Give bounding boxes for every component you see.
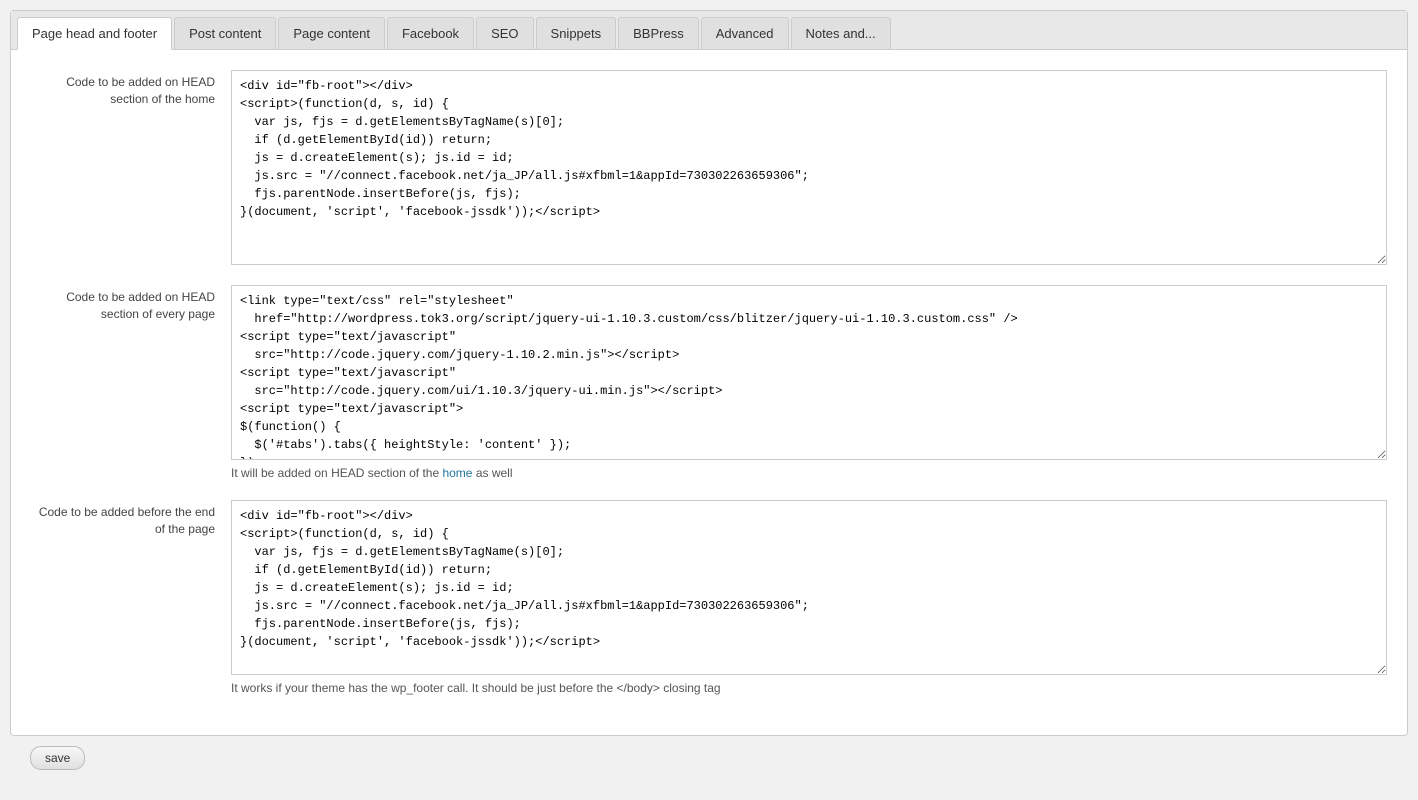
tab-page-content[interactable]: Page content bbox=[278, 17, 385, 49]
tab-seo[interactable]: SEO bbox=[476, 17, 533, 49]
section-before-end-page: Code to be added before the endof the pa… bbox=[31, 500, 1387, 695]
field-head-every-page: <link type="text/css" rel="stylesheet" h… bbox=[231, 285, 1387, 480]
label-head-every-page: Code to be added on HEADsection of every… bbox=[31, 285, 231, 323]
field-head-home: <div id="fb-root"></div> <script>(functi… bbox=[231, 70, 1387, 265]
tab-post-content[interactable]: Post content bbox=[174, 17, 276, 49]
tabs-nav: Page head and footer Post content Page c… bbox=[11, 11, 1407, 50]
section-head-home: Code to be added on HEADsection of the h… bbox=[31, 70, 1387, 265]
save-section: save bbox=[10, 736, 1408, 790]
tab-content-area: Code to be added on HEADsection of the h… bbox=[11, 50, 1407, 735]
textarea-head-home[interactable]: <div id="fb-root"></div> <script>(functi… bbox=[231, 70, 1387, 265]
field-before-end-page: <div id="fb-root"></div> <script>(functi… bbox=[231, 500, 1387, 695]
label-head-home: Code to be added on HEADsection of the h… bbox=[31, 70, 231, 108]
hint-before-end-page: It works if your theme has the wp_footer… bbox=[231, 681, 1387, 695]
tab-notes-and[interactable]: Notes and... bbox=[791, 17, 891, 49]
tab-snippets[interactable]: Snippets bbox=[536, 17, 617, 49]
page-wrapper: Page head and footer Post content Page c… bbox=[0, 0, 1418, 800]
tab-page-head-footer[interactable]: Page head and footer bbox=[17, 17, 172, 50]
tabs-container: Page head and footer Post content Page c… bbox=[10, 10, 1408, 736]
save-button[interactable]: save bbox=[30, 746, 85, 770]
hint-head-every-page: It will be added on HEAD section of the … bbox=[231, 466, 1387, 480]
section-head-every-page: Code to be added on HEADsection of every… bbox=[31, 285, 1387, 480]
tab-facebook[interactable]: Facebook bbox=[387, 17, 474, 49]
textarea-before-end-page[interactable]: <div id="fb-root"></div> <script>(functi… bbox=[231, 500, 1387, 675]
label-before-end-page: Code to be added before the endof the pa… bbox=[31, 500, 231, 538]
tab-advanced[interactable]: Advanced bbox=[701, 17, 789, 49]
textarea-head-every-page[interactable]: <link type="text/css" rel="stylesheet" h… bbox=[231, 285, 1387, 460]
tab-bbpress[interactable]: BBPress bbox=[618, 17, 699, 49]
